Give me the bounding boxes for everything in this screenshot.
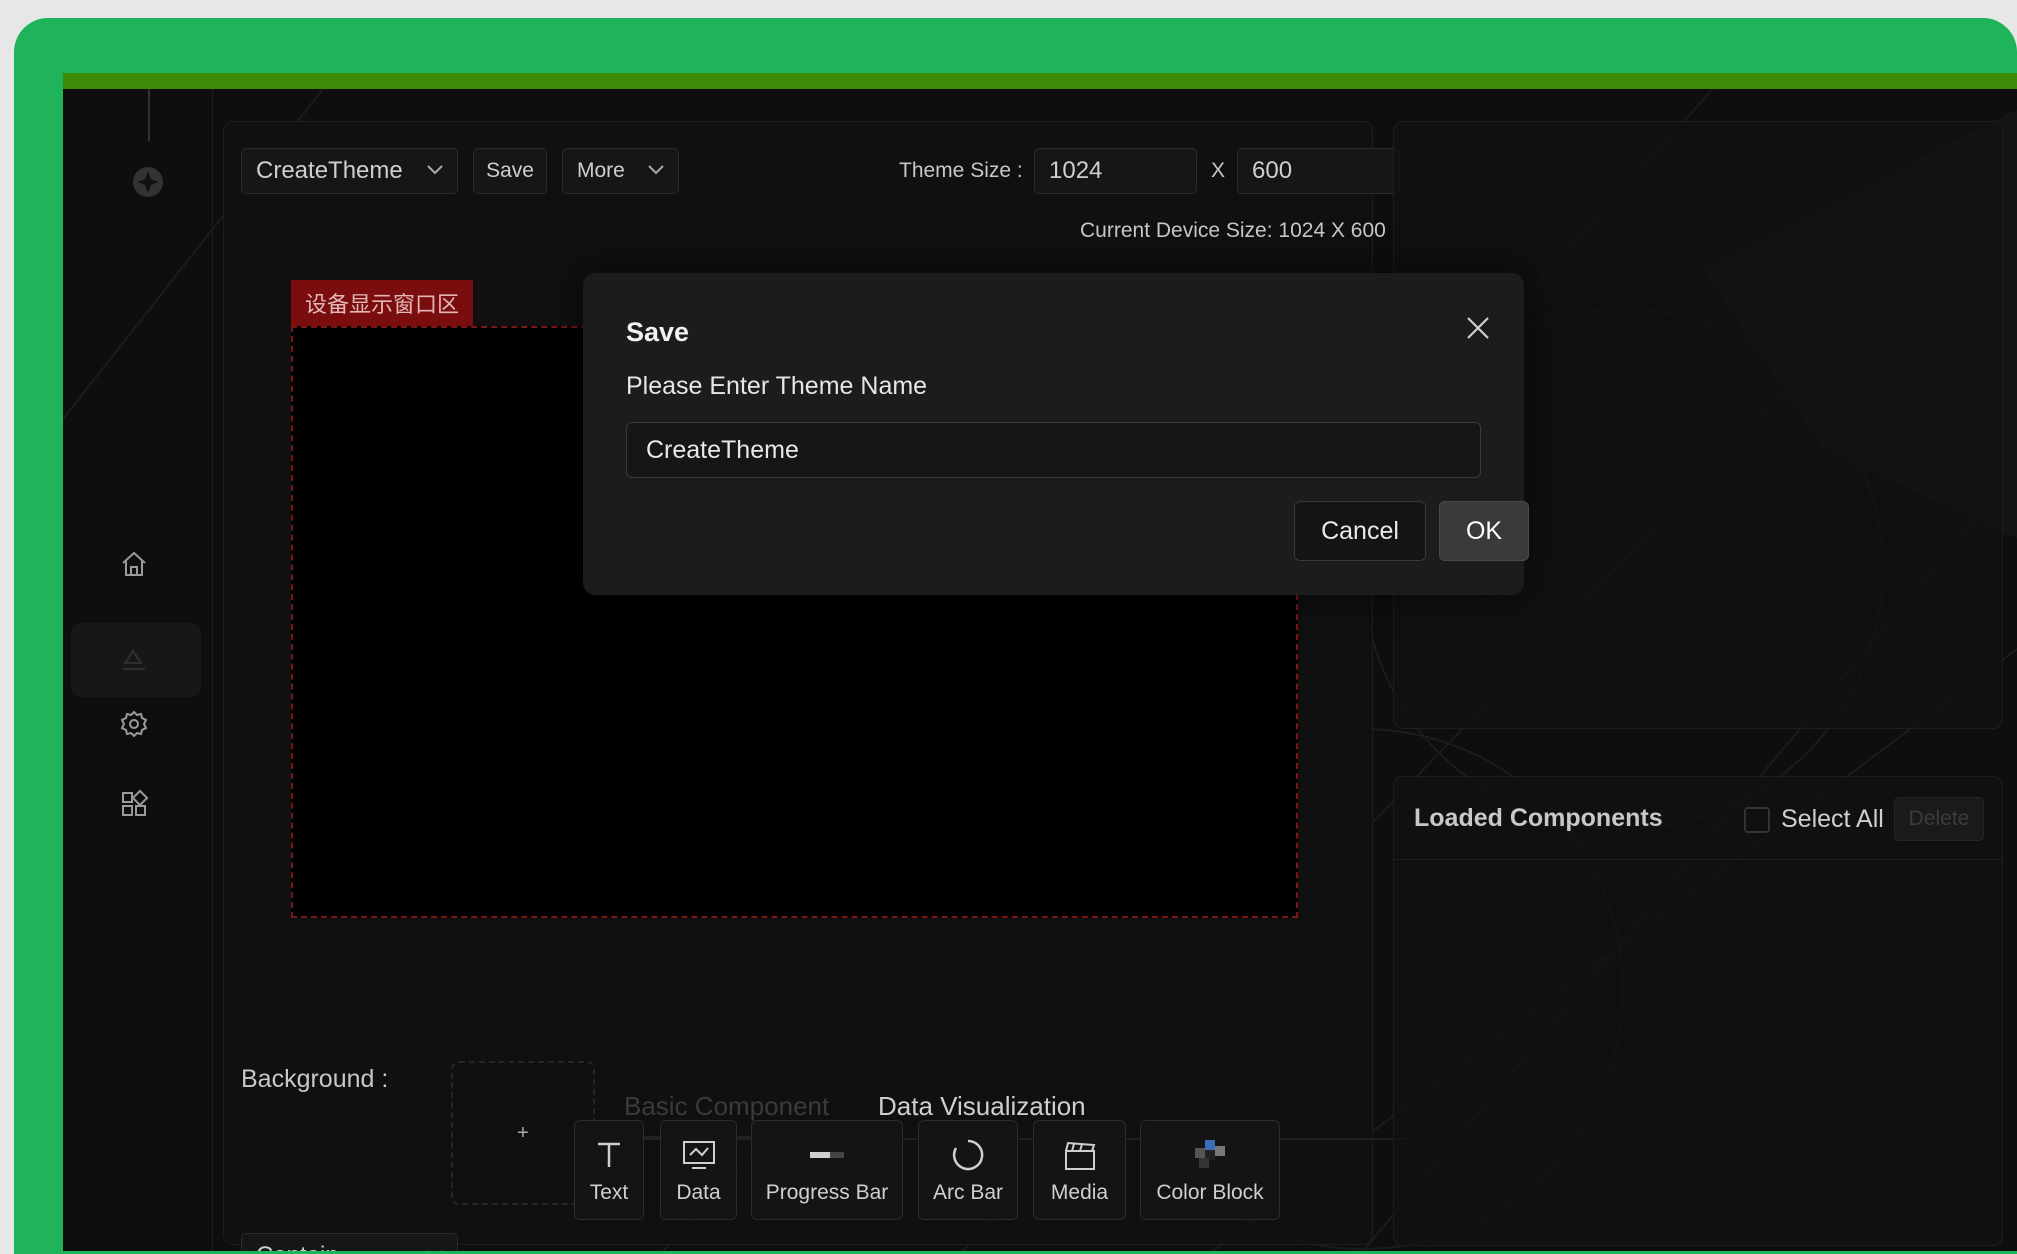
logo-icon [131,165,165,199]
component-data[interactable]: Data [660,1120,737,1220]
apps-icon[interactable] [117,787,151,821]
background-fit-value: Contain [256,1242,339,1251]
dialog-title: Save [626,317,690,347]
rail-connector [148,89,150,141]
loaded-components-title: Loaded Components [1414,804,1663,832]
window-frame: CreateTheme Save More Theme Size : 1024 … [14,18,2017,1254]
panel-divider [1394,859,2002,860]
sidebar [63,89,213,1251]
theme-width-value: 1024 [1049,157,1103,184]
color-block-icon [1195,1135,1225,1175]
cancel-button[interactable]: Cancel [1294,501,1426,561]
component-text[interactable]: Text [574,1120,644,1220]
current-device-size: Current Device Size: 1024 X 600 [1080,219,1386,242]
theme-height-input[interactable]: 600 [1237,148,1400,194]
add-background-icon: + [517,1121,529,1144]
component-arc-bar[interactable]: Arc Bar [918,1120,1018,1220]
ok-button[interactable]: OK [1439,501,1529,561]
component-label: Arc Bar [932,1181,1003,1204]
text-icon [596,1135,622,1175]
title-bar [63,73,2017,89]
tab-data-visualization[interactable]: Data Visualization [878,1091,1086,1122]
dialog-prompt: Please Enter Theme Name [626,372,928,400]
delete-button-label: Delete [1908,807,1970,830]
gear-icon[interactable] [117,707,151,741]
more-menu-button[interactable]: More [562,148,679,194]
arc-icon [951,1135,985,1175]
progress-bar-icon [810,1135,844,1175]
save-button[interactable]: Save [473,148,547,194]
component-label: Data [676,1181,721,1204]
size-separator: X [1211,159,1226,182]
loaded-components-panel: Loaded Components Select All Delete [1393,776,2003,1246]
chart-icon [682,1135,716,1175]
select-all-checkbox[interactable] [1744,807,1770,833]
theme-name-input[interactable] [626,422,1481,478]
select-all-label[interactable]: Select All [1781,805,1884,834]
close-icon[interactable] [1461,311,1495,345]
component-progress-bar[interactable]: Progress Bar [751,1120,903,1220]
theme-height-value: 600 [1252,157,1293,184]
chevron-down-icon [427,162,443,180]
component-label: Color Block [1156,1181,1264,1204]
delete-button[interactable]: Delete [1894,797,1984,841]
chevron-down-icon [427,1247,443,1251]
theme-width-input[interactable]: 1024 [1034,148,1197,194]
save-theme-dialog: Save Please Enter Theme Name Cancel OK [583,273,1529,595]
component-color-block[interactable]: Color Block [1140,1120,1280,1220]
component-media[interactable]: Media [1033,1120,1126,1220]
component-label: Media [1050,1181,1109,1204]
tab-basic-component[interactable]: Basic Component [624,1091,829,1122]
component-label: Text [589,1181,629,1204]
home-icon[interactable] [117,547,151,581]
save-button-label: Save [486,159,534,182]
theme-select[interactable]: CreateTheme [241,148,458,194]
component-label: Progress Bar [765,1181,889,1204]
theme-edit-icon[interactable] [117,643,151,677]
more-button-label: More [577,159,625,182]
background-fit-select[interactable]: Contain [241,1233,458,1251]
stage-label: 设备显示窗口区 [291,280,473,326]
theme-select-value: CreateTheme [256,157,403,184]
chevron-down-icon [648,162,664,180]
clapperboard-icon [1064,1135,1096,1175]
app-window: CreateTheme Save More Theme Size : 1024 … [63,73,2017,1251]
background-label: Background : [241,1065,389,1093]
theme-size-label: Theme Size : [899,159,1023,182]
